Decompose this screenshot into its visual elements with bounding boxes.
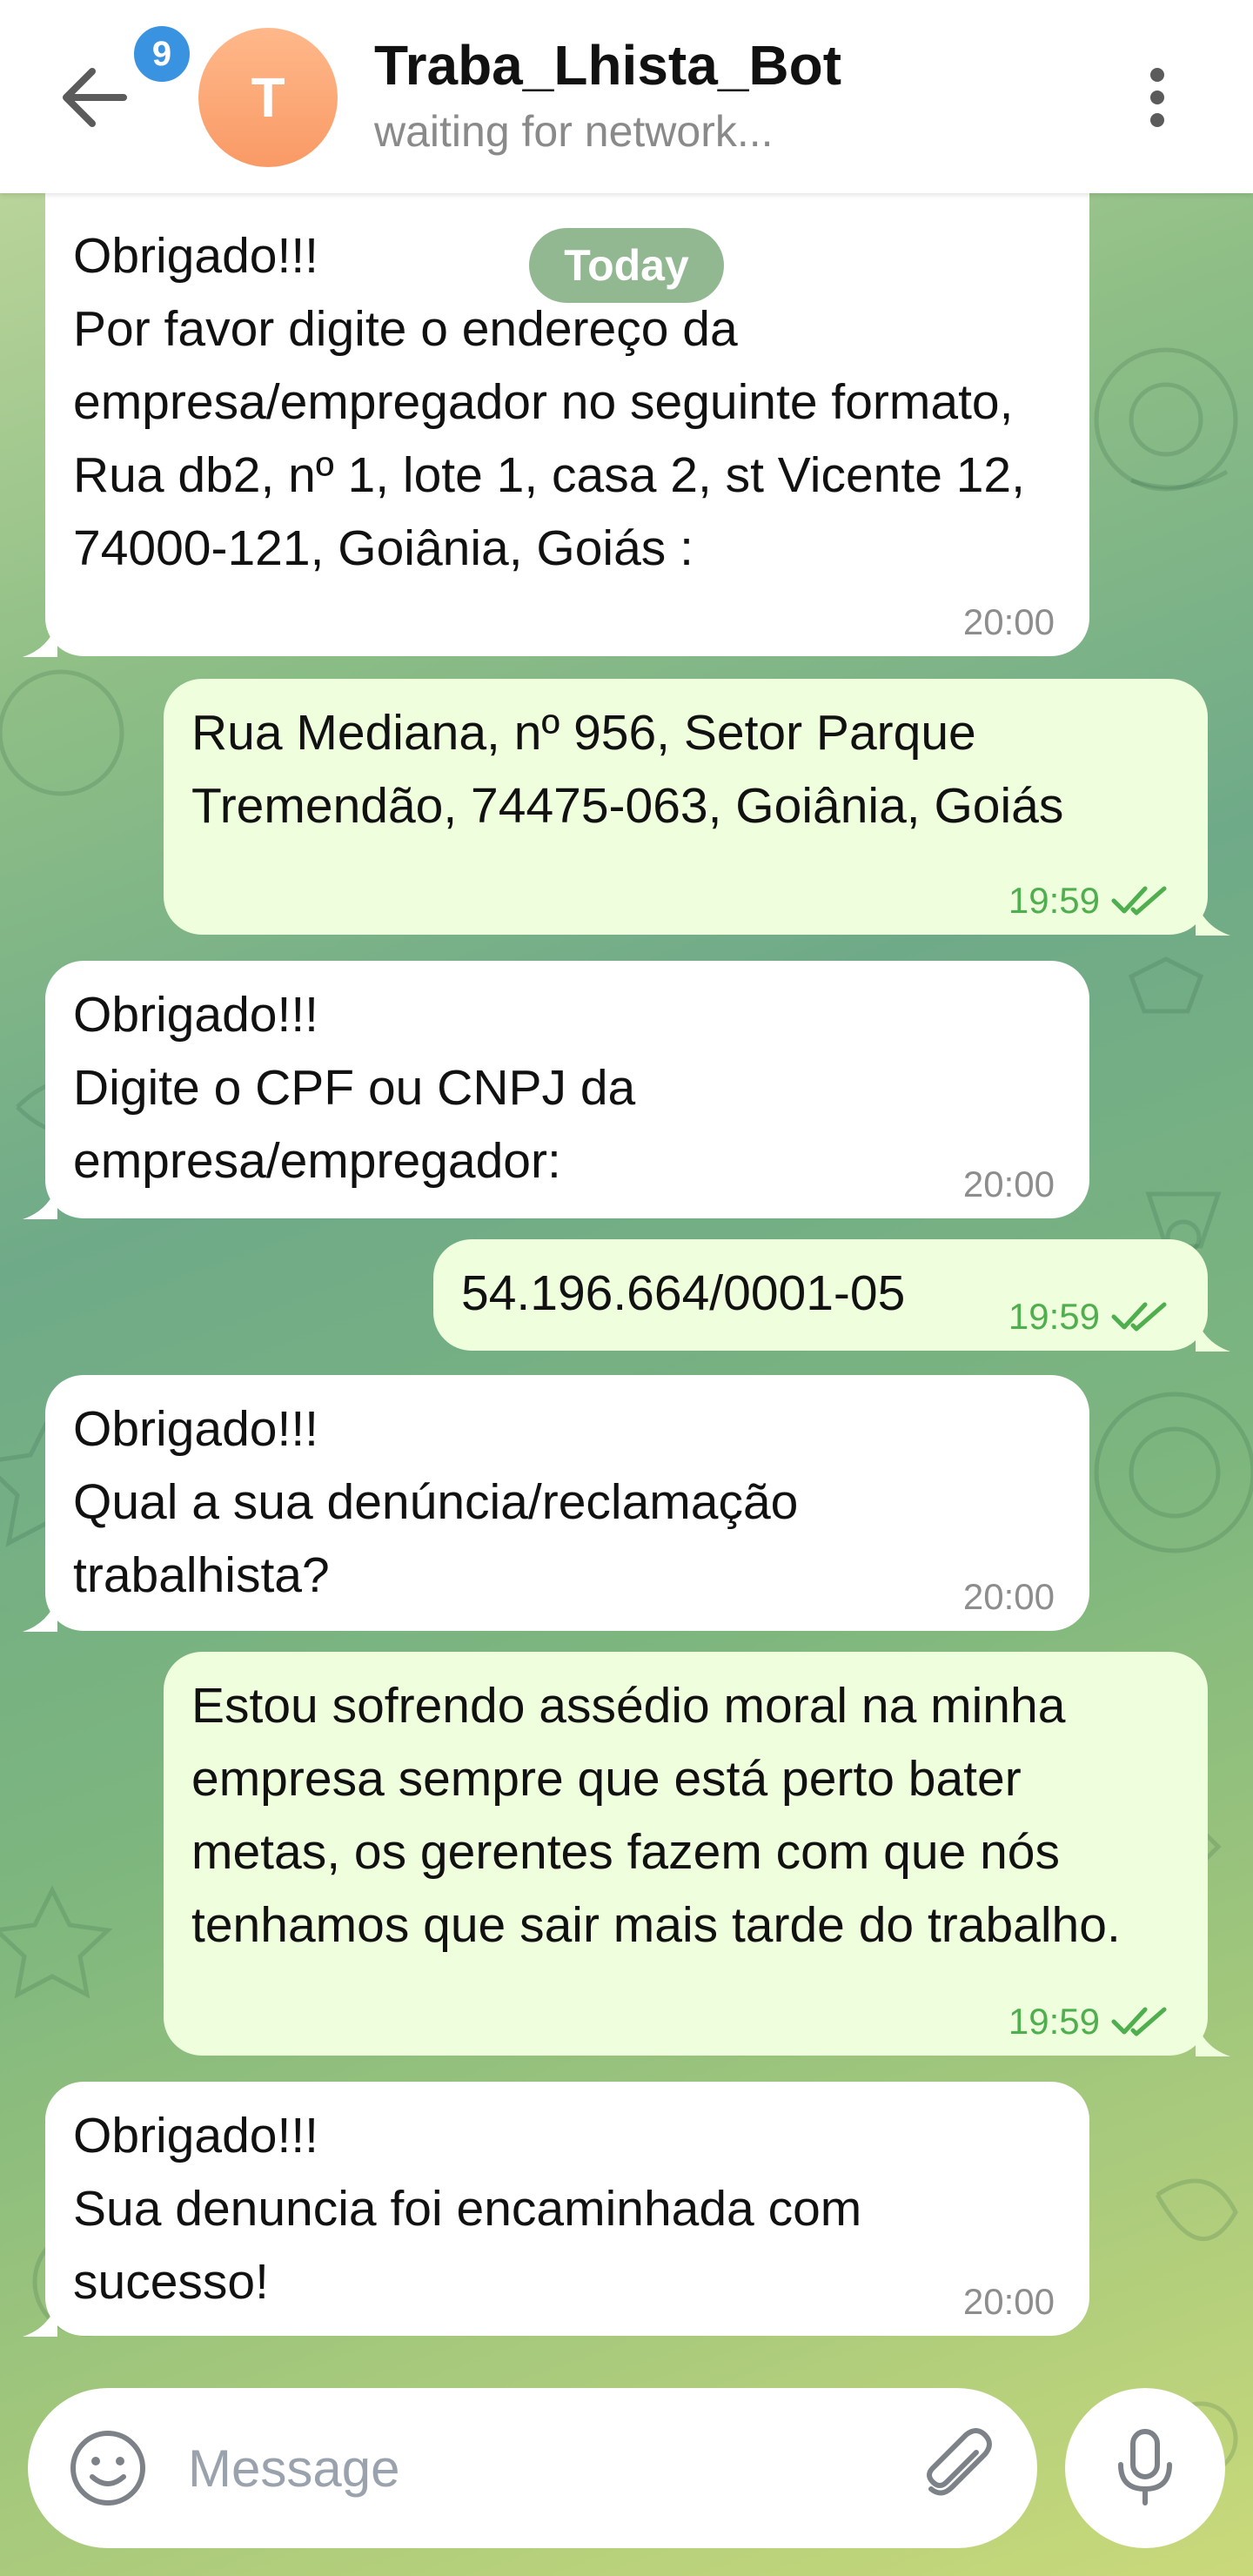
- message-time: 19:59: [1008, 1296, 1100, 1337]
- emoji-button[interactable]: [66, 2426, 150, 2510]
- bubble-tail: [1196, 901, 1230, 936]
- message-time: 19:59: [1008, 2001, 1100, 2042]
- message-time: 20:00: [962, 2281, 1055, 2322]
- emoji-icon: [70, 2431, 145, 2506]
- double-check-icon: [1111, 886, 1167, 916]
- message-bubble-incoming[interactable]: Obrigado!!! Sua denuncia foi encaminhada…: [23, 2082, 1089, 2337]
- avatar-letter: T: [251, 66, 285, 129]
- message-composer: [28, 2388, 1037, 2548]
- bubble-tail: [23, 622, 57, 657]
- double-check-icon: [1111, 2007, 1167, 2036]
- message-bubble-incoming[interactable]: Obrigado!!! Qual a sua denúncia/reclamaç…: [23, 1375, 1089, 1632]
- more-vert-icon: [1150, 68, 1164, 127]
- message-bubble-outgoing[interactable]: Estou sofrendo assédio moral na minha em…: [164, 1652, 1230, 2056]
- microphone-icon: [1118, 2429, 1172, 2506]
- message-input[interactable]: [188, 2425, 901, 2512]
- chat-screen: T 9 Traba_Lhista_Bot waiting for network…: [0, 0, 1253, 2576]
- attach-button[interactable]: [915, 2423, 1002, 2513]
- bubble-tail: [23, 1184, 57, 1219]
- chat-title[interactable]: Traba_Lhista_Bot: [374, 33, 841, 97]
- message-text: Rua Mediana, nº 956, Setor Parque Tremen…: [191, 705, 1064, 834]
- message-time: 20:00: [962, 601, 1055, 642]
- bubble-tail: [1196, 1317, 1230, 1352]
- date-separator: Today: [529, 228, 724, 303]
- double-check-icon: [1111, 1302, 1167, 1332]
- message-text: Obrigado!!! Qual a sua denúncia/reclamaç…: [73, 1401, 799, 1603]
- voice-record-button[interactable]: [1065, 2388, 1225, 2548]
- message-text: Estou sofrendo assédio moral na minha em…: [191, 1678, 1121, 1953]
- message-time: 19:59: [1008, 880, 1100, 921]
- message-time: 20:00: [962, 1164, 1055, 1204]
- message-bubble-outgoing[interactable]: 54.196.664/0001-05 19:59: [433, 1239, 1230, 1352]
- message-bubble-incoming[interactable]: Obrigado!!! Digite o CPF ou CNPJ da empr…: [23, 961, 1089, 1219]
- bubble-tail: [1196, 2022, 1230, 2056]
- message-time: 20:00: [962, 1576, 1055, 1617]
- message-bubble-outgoing[interactable]: Rua Mediana, nº 956, Setor Parque Tremen…: [164, 679, 1230, 936]
- avatar[interactable]: T: [198, 28, 338, 167]
- unread-count-badge: 9: [129, 21, 195, 87]
- message-text: Obrigado!!! Sua denuncia foi encaminhada…: [73, 2108, 862, 2310]
- bubble-tail: [23, 2302, 57, 2337]
- chat-header: T 9 Traba_Lhista_Bot waiting for network…: [0, 0, 1253, 193]
- more-options-button[interactable]: [1131, 63, 1183, 132]
- paperclip-icon: [927, 2428, 992, 2496]
- chat-status: waiting for network...: [374, 107, 774, 156]
- back-button[interactable]: [52, 54, 139, 141]
- bubble-tail: [23, 1597, 57, 1632]
- message-text: Obrigado!!! Digite o CPF ou CNPJ da empr…: [73, 987, 636, 1189]
- back-arrow-icon: [63, 68, 127, 127]
